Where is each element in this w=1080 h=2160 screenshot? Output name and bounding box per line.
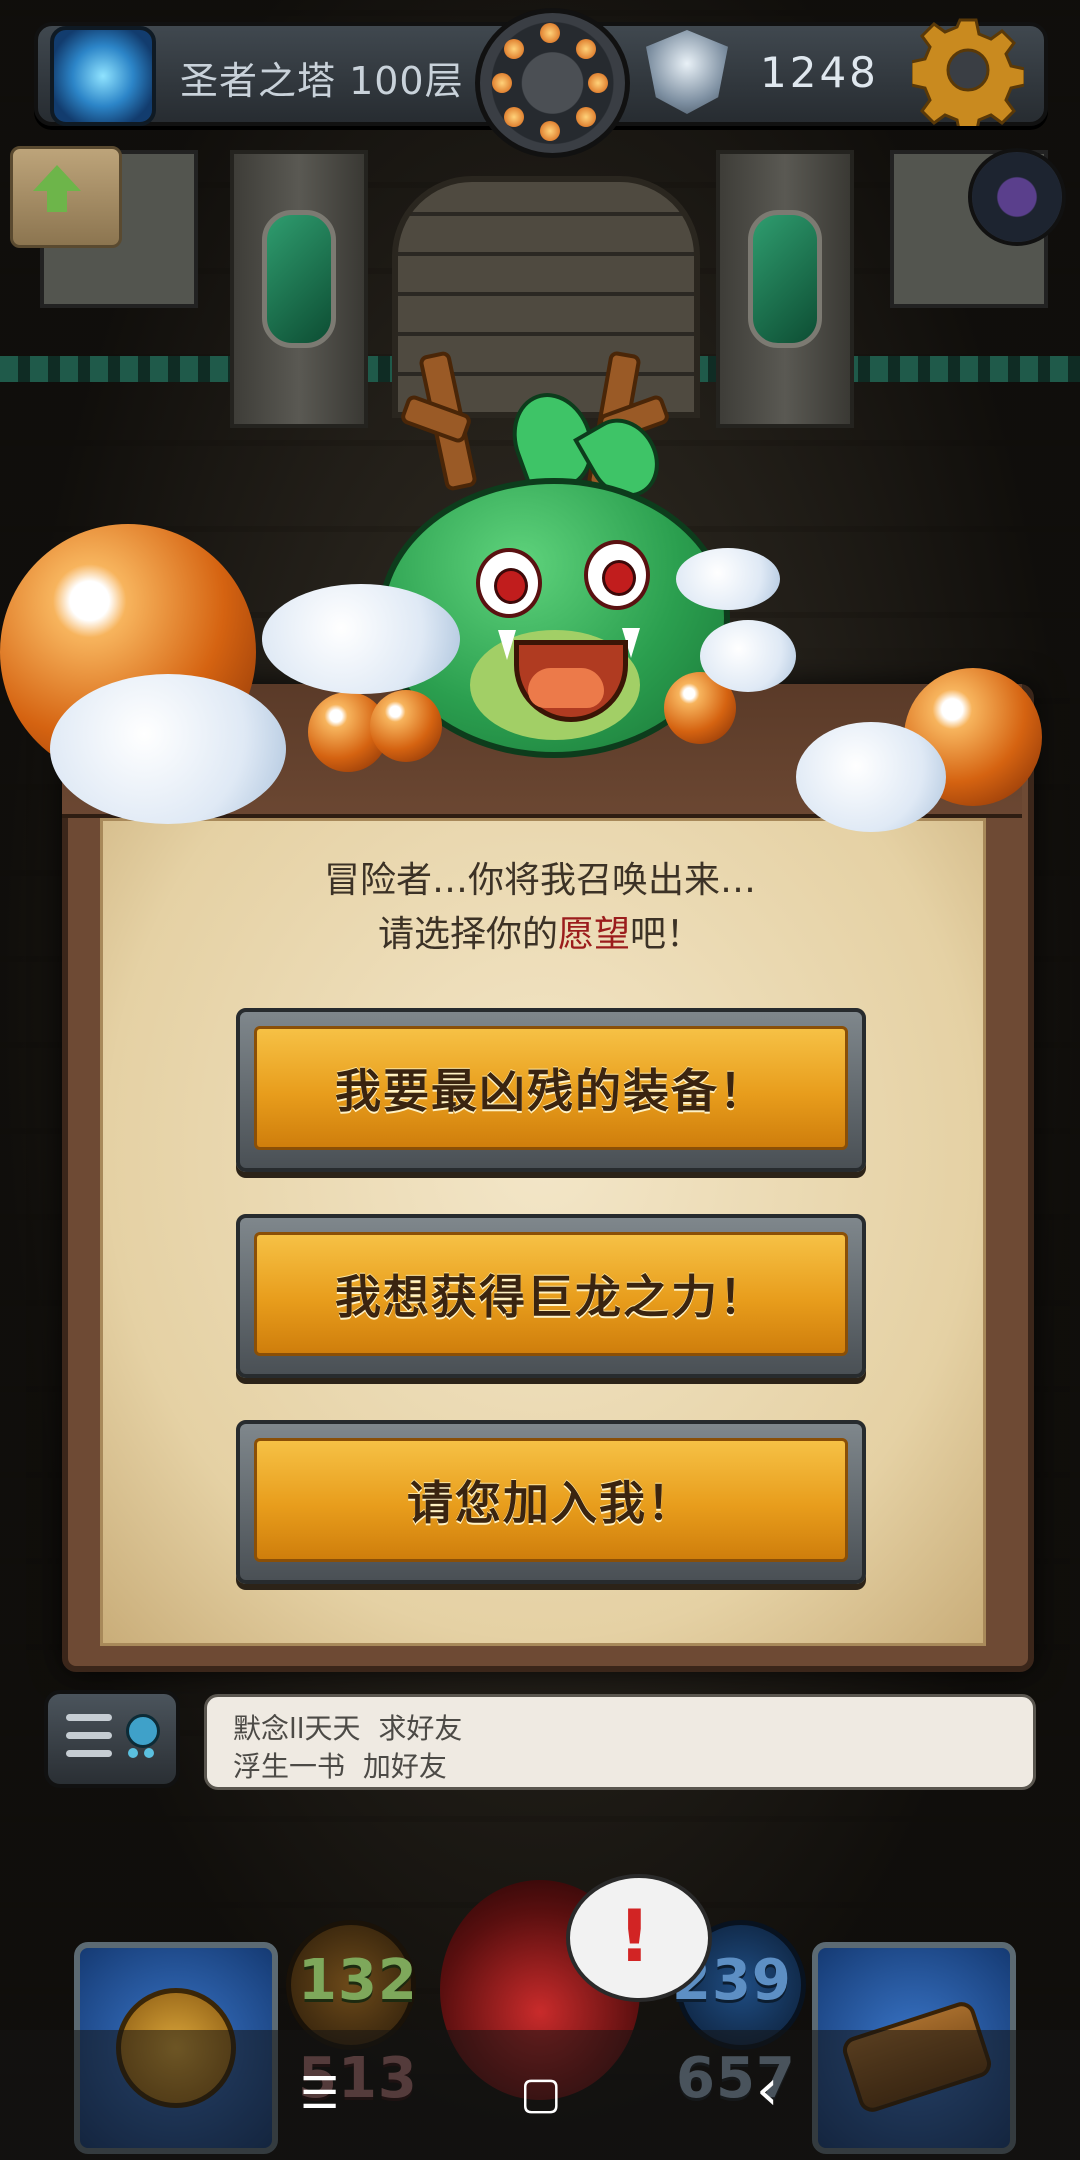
cloud-dragon-left bbox=[262, 584, 460, 694]
fire-orb-small-2 bbox=[370, 690, 442, 762]
wish-option-dragon-power-button[interactable]: 我想获得巨龙之力！ bbox=[236, 1214, 866, 1378]
prompt-line-2: 请选择你的愿望吧！ bbox=[100, 908, 980, 962]
chat-menu-button[interactable] bbox=[44, 1690, 180, 1788]
gear-icon[interactable] bbox=[909, 14, 1027, 136]
wish-option-label: 请您加入我！ bbox=[407, 1476, 695, 1530]
prompt-line-2-pre: 请选择你的 bbox=[377, 914, 558, 955]
cloud-right bbox=[796, 722, 946, 832]
dialog-prompt: 冒险者…你将我召唤出来… 请选择你的愿望吧！ bbox=[100, 854, 980, 962]
attack-stat-value: 132 bbox=[298, 1948, 418, 2013]
menu-nav-icon[interactable]: ☰ bbox=[300, 2068, 339, 2119]
up-arrow-icon bbox=[33, 165, 81, 191]
mini-map-orb-icon[interactable] bbox=[968, 148, 1066, 246]
cloud-dragon-right-top bbox=[676, 548, 780, 610]
chat-message: 浮生一书 加好友 bbox=[233, 1745, 447, 1785]
chat-message: 默念ll天天 求好友 bbox=[233, 1707, 462, 1747]
compass-emblem-icon[interactable] bbox=[475, 8, 630, 158]
cloud-left bbox=[50, 674, 286, 824]
prompt-line-2-post: 吧！ bbox=[630, 914, 703, 955]
back-nav-icon[interactable]: ‹ bbox=[756, 2058, 778, 2123]
prompt-line-1: 冒险者…你将我召唤出来… bbox=[323, 860, 756, 901]
dragon-eye-left bbox=[476, 548, 542, 618]
exclamation-icon: ! bbox=[618, 1894, 651, 1978]
floor-title: 圣者之塔 100层 bbox=[180, 59, 464, 103]
chat-user: 默念ll天天 bbox=[233, 1712, 361, 1745]
chat-text: 求好友 bbox=[378, 1712, 463, 1745]
chat-user: 浮生一书 bbox=[233, 1750, 346, 1783]
chat-preview-box[interactable]: 默念ll天天 求好友 浮生一书 加好友 bbox=[204, 1694, 1036, 1790]
home-nav-icon[interactable]: ▢ bbox=[520, 2068, 562, 2119]
emerald-gem-left bbox=[262, 210, 336, 348]
dragon-tongue bbox=[528, 668, 604, 708]
emerald-gem-right bbox=[748, 210, 822, 348]
wish-option-equipment-button[interactable]: 我要最凶残的装备！ bbox=[236, 1008, 866, 1172]
dragon-eye-right bbox=[584, 540, 650, 610]
prompt-highlight-wish: 愿望 bbox=[557, 914, 630, 955]
up-arrow-stem bbox=[47, 190, 67, 212]
wish-option-label: 我想获得巨龙之力！ bbox=[335, 1270, 767, 1324]
portal-icon[interactable] bbox=[50, 26, 156, 126]
wish-option-label: 我要最凶残的装备！ bbox=[335, 1064, 767, 1118]
cloud-dragon-right bbox=[700, 620, 796, 692]
wish-option-join-button[interactable]: 请您加入我！ bbox=[236, 1420, 866, 1584]
chat-text: 加好友 bbox=[362, 1750, 447, 1783]
score-counter: 1248 bbox=[760, 48, 879, 97]
